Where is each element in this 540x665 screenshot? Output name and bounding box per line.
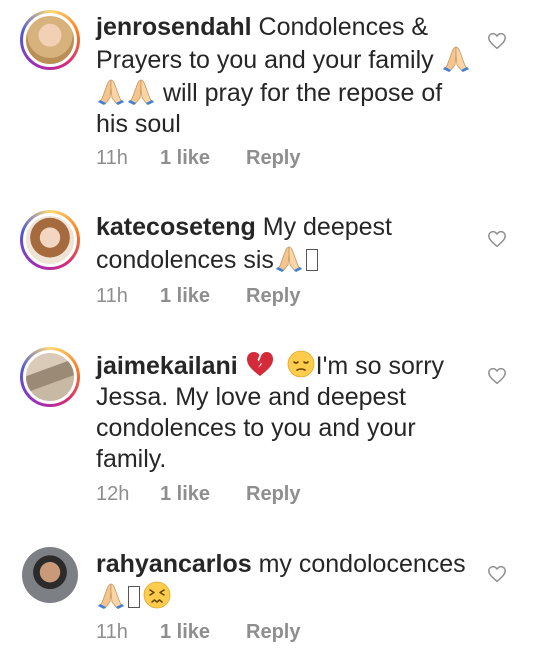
persevering-face-emoji-icon	[143, 581, 171, 609]
folded-hands-emoji-icon	[441, 43, 471, 73]
comment-body: rahyancarlos my condolocences	[96, 549, 476, 613]
like-count[interactable]: 1 like	[160, 285, 246, 308]
reply-button[interactable]: Reply	[246, 285, 300, 308]
pensive-face-emoji-icon	[287, 350, 315, 378]
comment-username[interactable]: jaimekailani	[96, 352, 238, 380]
comment-meta: 12h 1 like Reply	[96, 483, 300, 506]
comment-meta: 11h 1 like Reply	[96, 147, 300, 170]
comment-time: 11h	[96, 285, 128, 307]
missing-glyph-icon	[305, 249, 318, 271]
comment-time: 11h	[96, 621, 128, 643]
reply-button[interactable]: Reply	[246, 483, 300, 506]
heart-outline-icon[interactable]	[487, 565, 507, 583]
avatar[interactable]	[20, 347, 80, 407]
comment-username[interactable]: rahyancarlos	[96, 550, 252, 578]
comment-time: 11h	[96, 147, 128, 169]
reply-button[interactable]: Reply	[246, 621, 300, 644]
heart-outline-icon[interactable]	[487, 32, 507, 50]
folded-hands-emoji-icon	[96, 580, 126, 610]
folded-hands-emoji-icon	[274, 243, 304, 273]
like-count[interactable]: 1 like	[160, 147, 246, 170]
heart-outline-icon[interactable]	[487, 367, 507, 385]
comment-username[interactable]: jenrosendahl	[96, 13, 252, 41]
folded-hands-emoji-icon	[126, 76, 156, 106]
comment-meta: 11h 1 like Reply	[96, 621, 300, 644]
avatar[interactable]	[20, 10, 80, 70]
comment-meta: 11h 1 like Reply	[96, 285, 300, 308]
broken-heart-emoji-icon	[246, 352, 273, 376]
comment-body: jaimekailani I'm so sorry Jessa. My love…	[96, 349, 476, 475]
avatar[interactable]	[20, 210, 80, 270]
comment-body: katecoseteng My deepest condolences sis	[96, 212, 476, 276]
heart-outline-icon[interactable]	[487, 230, 507, 248]
avatar[interactable]	[22, 547, 78, 603]
like-count[interactable]: 1 like	[160, 621, 246, 644]
comment-username[interactable]: katecoseteng	[96, 213, 256, 241]
comment-time: 12h	[96, 483, 130, 505]
missing-glyph-icon	[128, 586, 140, 608]
folded-hands-emoji-icon	[96, 76, 126, 106]
comment-text: my condolocences	[258, 550, 466, 578]
comment-body: jenrosendahl Condolences & Prayers to yo…	[96, 12, 476, 140]
like-count[interactable]: 1 like	[160, 483, 246, 506]
reply-button[interactable]: Reply	[246, 147, 300, 170]
